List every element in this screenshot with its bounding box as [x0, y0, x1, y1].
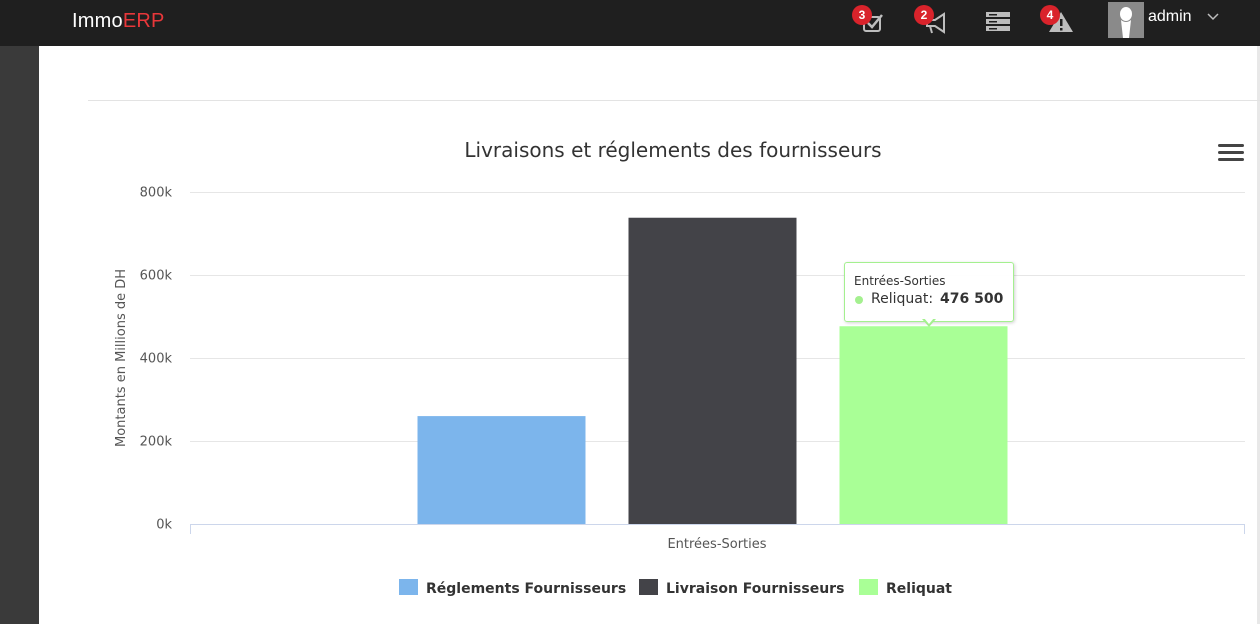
hamburger-icon-bar	[1218, 158, 1244, 161]
y-tick-label: 0k	[156, 518, 172, 533]
y-tick-label: 800k	[140, 186, 173, 201]
legend-item[interactable]: Réglements Fournisseurs	[399, 579, 626, 597]
tooltip-series-marker	[855, 296, 863, 304]
legend-label: Livraison Fournisseurs	[666, 581, 844, 597]
legend-label: Réglements Fournisseurs	[426, 581, 626, 597]
tooltip-series-label: Reliquat	[871, 291, 929, 307]
y-axis-title: Montants en Millions de DH	[114, 269, 129, 447]
chart-tooltip: Entrées-Sorties Reliquat: 476 500	[844, 262, 1014, 322]
chart-context-menu-button[interactable]	[1218, 144, 1244, 166]
tooltip-series-name: Reliquat:	[871, 291, 934, 307]
hamburger-icon-bar	[1218, 151, 1244, 154]
bar-chart: Livraisons et réglements des fournisseur…	[114, 138, 1245, 597]
legend-swatch	[639, 579, 658, 595]
bar-reliquat[interactable]	[839, 326, 1008, 524]
legend-item[interactable]: Reliquat	[859, 579, 952, 597]
legend-label: Reliquat	[886, 581, 952, 597]
legend-swatch	[399, 579, 418, 595]
tooltip-pointer-inner	[924, 318, 934, 324]
y-tick-label: 200k	[140, 435, 173, 450]
tooltip-header: Entrées-Sorties	[854, 274, 946, 288]
legend-swatch	[859, 579, 878, 595]
bar-livraison-fournisseurs[interactable]	[628, 217, 797, 525]
legend-item[interactable]: Livraison Fournisseurs	[639, 579, 844, 597]
x-axis-category-label: Entrées-Sorties	[667, 537, 766, 552]
chart-title: Livraisons et réglements des fournisseur…	[464, 138, 881, 162]
y-tick-label: 400k	[140, 352, 173, 367]
y-tick-label: 600k	[140, 269, 173, 284]
tooltip-value: 476 500	[940, 291, 1004, 307]
bar-r-glements-fournisseurs[interactable]	[417, 416, 586, 524]
hamburger-icon-bar	[1218, 144, 1244, 147]
